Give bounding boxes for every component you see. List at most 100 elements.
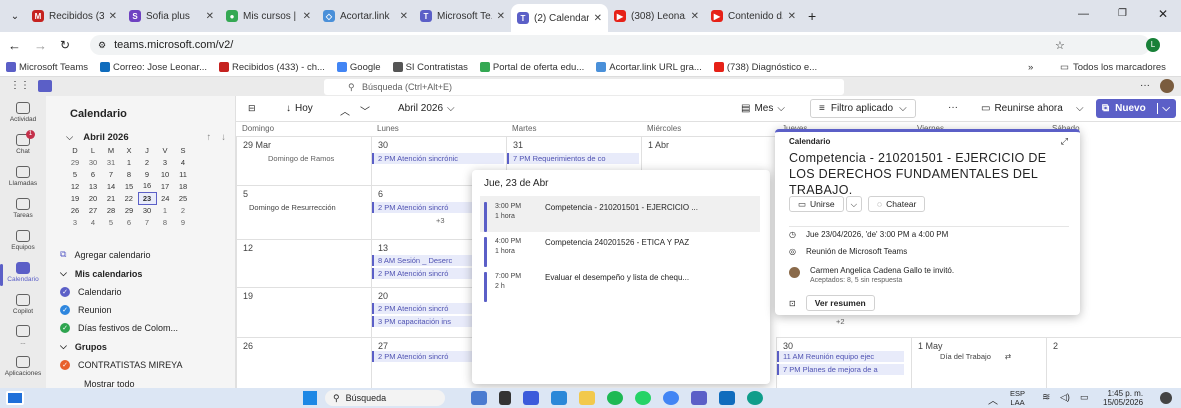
app-launcher-icon[interactable]: ⋮⋮ (10, 80, 30, 91)
join-button[interactable]: ▭ Unirse (789, 196, 844, 212)
rail-item[interactable]: Aplicaciones (0, 350, 46, 382)
copilot-taskbar-icon[interactable] (471, 391, 487, 405)
today-button[interactable]: ↓ Hoy (286, 103, 313, 114)
language-indicator[interactable]: ESP LAA (1010, 389, 1025, 407)
bookmark-star-icon[interactable]: ☆ (1055, 39, 1065, 52)
mini-calendar-day[interactable]: 10 (156, 168, 174, 180)
tab-search-icon[interactable]: ⌄ (4, 11, 26, 22)
mini-calendar-day[interactable]: 20 (84, 192, 102, 204)
taskbar-search[interactable]: ⚲ Búsqueda (325, 390, 445, 406)
mini-calendar-day[interactable]: 30 (84, 156, 102, 168)
mini-calendar-day[interactable]: 8 (120, 168, 138, 180)
url-field[interactable]: ⚙ teams.microsoft.com/v2/ (90, 35, 1150, 55)
calendar-list-item[interactable]: ✓ Calendario (60, 287, 122, 297)
new-event-button[interactable]: ⧉ Nuevo ⌵ (1096, 99, 1176, 118)
day-cell[interactable]: 1 May (911, 337, 1046, 388)
mini-calendar-day[interactable]: 1 (120, 156, 138, 168)
next-month-icon[interactable]: ﹀ (360, 103, 370, 118)
new-tab-button[interactable]: + (808, 8, 816, 24)
browser-tab[interactable]: T Microsoft Te... ✕ (414, 4, 511, 28)
browser-tab[interactable]: S Sofia plus ✕ (123, 4, 220, 28)
day-cell[interactable]: 26 (236, 337, 371, 388)
rail-item[interactable]: Llamadas (0, 160, 46, 192)
all-bookmarks[interactable]: ▭ Todos los marcadores (1060, 62, 1166, 73)
store-icon[interactable] (551, 391, 567, 405)
mini-calendar-day[interactable]: 5 (66, 168, 84, 180)
day-event-item[interactable]: 4:00 PM 1 hora Competencia 240201526 - ETI… (480, 231, 760, 267)
chrome-icon[interactable] (663, 391, 679, 405)
bookmark-item[interactable]: Acortar.link URL gra... (596, 62, 702, 73)
view-summary-button[interactable]: Ver resumen (805, 295, 875, 311)
mini-calendar-day[interactable]: 4 (84, 216, 102, 228)
mini-calendar-day[interactable]: 1 (156, 204, 174, 216)
join-options-button[interactable]: ⌵ (845, 196, 863, 212)
event-holiday[interactable]: Domingo de Ramos (264, 153, 369, 164)
meet-now-button[interactable]: ▭ Reunirse ahora (981, 103, 1063, 114)
mini-calendar-day[interactable]: 13 (84, 180, 102, 192)
view-selector[interactable]: ▤ Mes ⌵ (741, 103, 785, 114)
mini-calendar-day[interactable]: 8 (156, 216, 174, 228)
user-avatar[interactable] (1160, 79, 1174, 93)
event-item[interactable]: 2 PM Atención sincró (372, 268, 472, 279)
site-info-icon[interactable]: ⚙ (98, 40, 106, 51)
collapse-month-icon[interactable]: ⌵ (66, 132, 73, 143)
mini-calendar-day[interactable]: 7 (102, 168, 120, 180)
event-holiday[interactable]: Domingo de Resurrección (237, 202, 370, 213)
rail-item[interactable]: Copilot (0, 288, 46, 320)
more-events[interactable]: +2 (832, 316, 862, 327)
restore-icon[interactable]: ❐ (1118, 8, 1127, 19)
clock[interactable]: 1:45 p. m. 15/05/2026 (1103, 389, 1143, 407)
event-item[interactable]: 11 AM Reunión equipo ejec (777, 351, 904, 362)
more-options-icon[interactable]: ··· (948, 102, 958, 113)
mini-calendar-day[interactable]: 28 (102, 204, 120, 216)
tab-close-icon[interactable]: ✕ (400, 11, 408, 22)
volume-icon[interactable]: ◁) (1060, 392, 1070, 403)
bookmark-item[interactable]: SI Contratistas (392, 62, 468, 73)
whatsapp-icon[interactable] (635, 391, 651, 405)
mini-calendar-day[interactable]: 25 (174, 192, 192, 204)
mini-calendar-day[interactable]: 2 (174, 204, 192, 216)
edge-icon[interactable] (747, 391, 763, 405)
day-cell[interactable]: 12 (236, 239, 371, 287)
battery-icon[interactable]: ▭ (1080, 392, 1089, 403)
minimize-icon[interactable]: — (1078, 8, 1089, 20)
mini-calendar-day[interactable]: 17 (156, 180, 174, 192)
mini-calendar-day[interactable]: 3 (156, 156, 174, 168)
outlook-icon[interactable] (719, 391, 735, 405)
event-item[interactable]: 7 PM Requerimientos de co (507, 153, 639, 164)
tray-chevron-icon[interactable]: ︿ (988, 392, 998, 407)
mini-calendar-day[interactable]: 24 (156, 192, 174, 204)
notification-icon[interactable] (1160, 392, 1172, 404)
browser-tab[interactable]: ▶ Contenido d... ✕ (705, 4, 802, 28)
wifi-icon[interactable]: ≋ (1042, 392, 1050, 403)
tab-close-icon[interactable]: ✕ (691, 11, 699, 22)
event-item[interactable]: 8 AM Sesión _ Deserc (372, 255, 472, 266)
mini-calendar-day[interactable]: 12 (66, 180, 84, 192)
bookmark-item[interactable]: Correo: Jose Leonar... (99, 62, 207, 73)
mini-calendar-day[interactable]: 9 (174, 216, 192, 228)
day-cell[interactable]: 2 (1046, 337, 1181, 388)
widgets-icon[interactable] (6, 391, 24, 405)
mini-calendar-day[interactable]: 5 (102, 216, 120, 228)
prev-month-icon[interactable]: ︿ (340, 103, 350, 118)
browser-tab[interactable]: T (2) Calendar ✕ (511, 4, 608, 32)
chat-button[interactable]: ◌ Chatear (868, 196, 926, 212)
spotify-icon[interactable] (607, 391, 623, 405)
rail-item[interactable]: ... (0, 320, 46, 350)
tab-close-icon[interactable]: ✕ (303, 11, 311, 22)
browser-tab[interactable]: ◇ Acortar.link ✕ (317, 4, 414, 28)
tab-close-icon[interactable]: ✕ (788, 11, 796, 22)
bookmark-item[interactable]: (738) Diagnóstico e... (713, 62, 817, 73)
day-cell[interactable]: 19 (236, 287, 371, 337)
meet-now-dropdown[interactable]: ⌵ (1076, 103, 1084, 114)
browser-tab[interactable]: M Recibidos (3... ✕ (26, 4, 123, 28)
event-item[interactable]: 2 PM Atención sincró (372, 351, 472, 362)
search-input[interactable]: ⚲ Búsqueda (Ctrl+Alt+E) (324, 79, 844, 95)
tab-close-icon[interactable]: ✕ (109, 11, 117, 22)
settings-more-icon[interactable]: ··· (1140, 80, 1150, 91)
mini-calendar-day[interactable]: 22 (120, 192, 138, 204)
mini-calendar-day[interactable]: 27 (84, 204, 102, 216)
profile-avatar[interactable]: L (1146, 38, 1160, 52)
my-calendars-header[interactable]: ⌵ Mis calendarios (60, 268, 142, 279)
mini-calendar-day[interactable]: 6 (120, 216, 138, 228)
